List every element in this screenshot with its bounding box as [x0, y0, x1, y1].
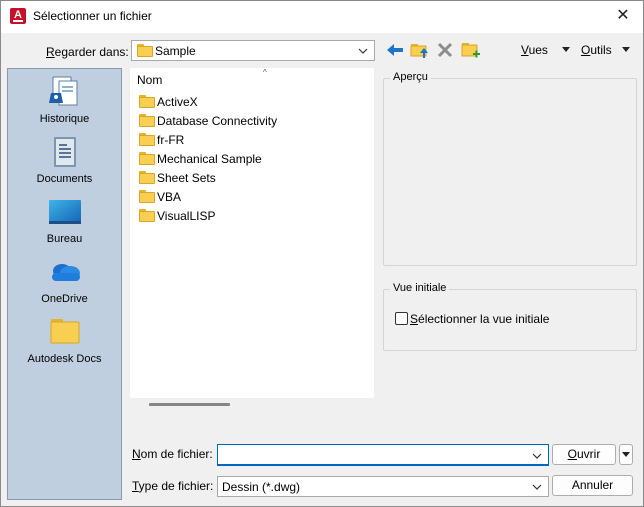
folder-icon: [137, 44, 153, 57]
folder-icon: [139, 152, 155, 165]
file-name-input[interactable]: [217, 444, 549, 466]
desktop-icon: [48, 195, 82, 229]
list-item[interactable]: VBA: [139, 190, 181, 208]
folder-icon: [139, 95, 155, 108]
file-dialog: A Sélectionner un fichier ✕ Regarder dan…: [0, 0, 644, 507]
look-in-label: Regarder dans:: [46, 45, 129, 59]
preview-group: Aperçu: [383, 71, 637, 266]
places-sidebar: Historique Documents Bureau OneDrive Aut…: [7, 68, 122, 500]
list-item[interactable]: fr-FR: [139, 133, 184, 151]
onedrive-icon: [48, 255, 82, 289]
delete-button[interactable]: [434, 39, 456, 61]
open-options-button[interactable]: [619, 444, 633, 465]
new-folder-icon: [461, 43, 480, 58]
delete-x-icon: [437, 42, 453, 58]
chevron-down-icon: [358, 48, 368, 54]
dropdown-triangle-icon: [562, 47, 570, 52]
folder-up-icon: [410, 44, 428, 58]
chevron-down-icon[interactable]: [532, 451, 542, 461]
look-in-dropdown[interactable]: Sample: [131, 40, 375, 61]
folder-icon: [139, 171, 155, 184]
file-type-label: Type de fichier:: [132, 479, 214, 493]
new-folder-button[interactable]: [459, 39, 481, 61]
place-label: Documents: [36, 173, 93, 185]
column-header-name[interactable]: Nom: [137, 73, 162, 87]
place-onedrive[interactable]: OneDrive: [8, 255, 121, 305]
folder-icon: [139, 133, 155, 146]
horizontal-scrollbar[interactable]: [149, 403, 230, 406]
place-desktop[interactable]: Bureau: [8, 195, 121, 245]
initial-view-title: Vue initiale: [390, 282, 450, 294]
place-documents[interactable]: Documents: [8, 135, 121, 185]
up-one-level-button[interactable]: [409, 39, 431, 61]
place-history[interactable]: Historique: [8, 75, 121, 125]
preview-title: Aperçu: [390, 71, 431, 83]
folder-icon: [139, 209, 155, 222]
place-label: Bureau: [46, 233, 83, 245]
place-label: Historique: [39, 113, 90, 125]
dropdown-triangle-icon: [622, 452, 630, 457]
select-initial-view-checkbox[interactable]: [395, 312, 408, 325]
autodesk-docs-folder-icon: [49, 315, 81, 349]
autocad-app-icon: A: [10, 8, 26, 24]
file-list[interactable]: ^ Nom ActiveX Database Connectivity fr-F…: [130, 68, 374, 398]
views-label: Vues: [521, 43, 548, 57]
place-label: Autodesk Docs: [27, 353, 102, 365]
list-item[interactable]: Mechanical Sample: [139, 152, 262, 170]
folder-icon: [139, 114, 155, 127]
open-button[interactable]: Ouvrir: [552, 444, 616, 465]
select-initial-view-label[interactable]: Sélectionner la vue initiale: [410, 312, 549, 326]
list-item[interactable]: ActiveX: [139, 95, 198, 113]
views-menu-button[interactable]: Vues: [521, 43, 573, 59]
history-icon: [48, 75, 81, 109]
documents-icon: [49, 135, 81, 169]
close-button[interactable]: ✕: [613, 6, 633, 26]
sort-caret-icon: ^: [263, 68, 267, 77]
back-button[interactable]: [384, 39, 406, 61]
cancel-button[interactable]: Annuler: [552, 475, 633, 496]
place-autodesk-docs[interactable]: Autodesk Docs: [8, 315, 121, 365]
tools-menu-button[interactable]: Outils: [581, 43, 637, 59]
file-type-dropdown[interactable]: Dessin (*.dwg): [217, 476, 549, 497]
file-name-label: Nom de fichier:: [132, 447, 213, 461]
list-item[interactable]: Sheet Sets: [139, 171, 216, 189]
list-item[interactable]: VisualLISP: [139, 209, 215, 227]
look-in-value: Sample: [155, 44, 196, 58]
dropdown-triangle-icon: [622, 47, 630, 52]
chevron-down-icon: [532, 484, 542, 490]
folder-icon: [139, 190, 155, 203]
title-bar: A Sélectionner un fichier ✕: [1, 1, 643, 33]
list-item[interactable]: Database Connectivity: [139, 114, 277, 132]
place-label: OneDrive: [41, 293, 88, 305]
back-arrow-icon: [387, 44, 403, 56]
window-title: Sélectionner un fichier: [33, 9, 152, 23]
tools-label: Outils: [581, 43, 612, 57]
